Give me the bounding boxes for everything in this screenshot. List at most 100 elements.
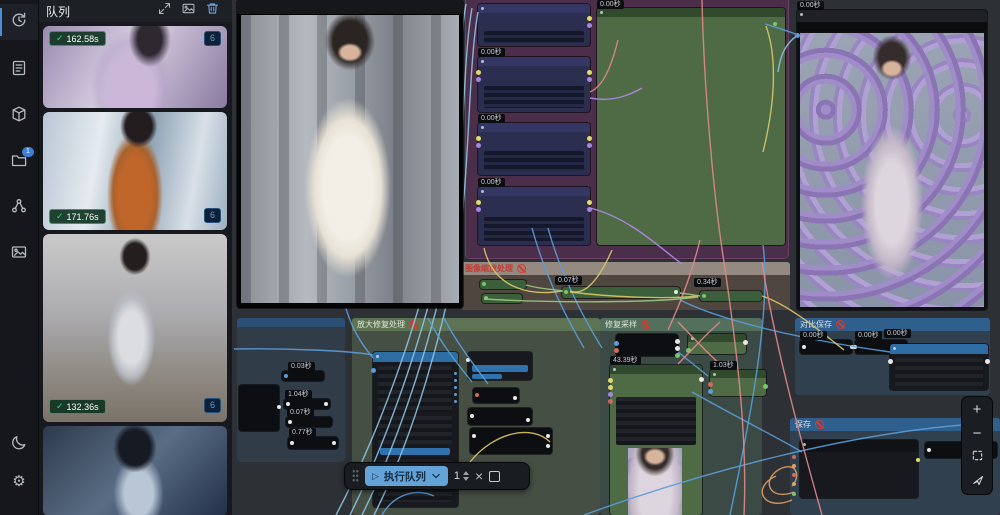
node-conditioning-2[interactable] [478,57,590,112]
duration-badge: ✓171.76s [49,209,106,224]
node-image-result[interactable] [797,10,987,310]
node-widget-small-4[interactable] [470,428,552,454]
node-compare-1[interactable] [800,340,852,354]
bypass-icon [641,320,650,329]
node-mini-black-large[interactable] [239,385,279,431]
play-icon: ▷ [372,471,379,482]
clear-queue-button[interactable] [200,2,224,20]
zoom-out-button[interactable]: − [962,422,992,444]
sidebar-item-workflows-folder[interactable]: 1 [0,144,38,180]
pan-mode-button[interactable] [962,471,992,493]
exec-time-badge: 0.00秒 [800,331,827,340]
exec-time-badge: 0.00秒 [478,178,505,187]
node-latent-black[interactable] [616,334,678,356]
moon-icon [10,434,28,457]
gear-icon: ⚙ [12,472,25,490]
gallery-view-button[interactable] [176,2,200,20]
sidebar-item-queue-history[interactable] [0,4,38,40]
run-queue-button[interactable]: ▷ 执行队列 [365,466,448,486]
group-green-b-header[interactable]: 修复采样 [600,318,762,331]
batch-count-stepper[interactable]: 1 [454,470,469,482]
node-note-green[interactable] [597,8,785,245]
node-compare-main[interactable] [890,344,988,390]
node-scale-mini-1[interactable] [480,280,526,289]
widget-bar[interactable] [380,448,450,455]
folder-badge: 1 [22,147,34,157]
node-scale-mini-2[interactable] [482,294,522,303]
sidebar-item-models[interactable] [0,98,38,134]
stepper-arrows[interactable] [463,471,469,481]
minus-icon: − [973,425,982,442]
image-icon [181,1,196,21]
group-green-a-header[interactable]: 放大修复处理 [352,318,600,331]
sidebar-item-node-library[interactable] [0,52,38,88]
node-scale-small[interactable] [700,291,762,301]
theme-toggle[interactable] [0,427,38,463]
widget-bar[interactable] [472,365,528,372]
node-mini-1[interactable] [282,371,324,381]
node-green-small-top[interactable] [688,334,746,354]
widget-bar[interactable] [472,374,502,379]
fit-view-button[interactable] [962,447,992,469]
preview-image [241,15,459,303]
duration-badge: ✓132.36s [49,399,106,414]
queue-panel: 队列 ✓162.58s 6 ✓171.76s 6 ✓132.36s 6 [38,0,232,515]
cancel-button[interactable]: × [475,469,483,483]
result-thumbnail [43,234,227,422]
sidebar-item-workflow-nodes[interactable] [0,190,38,226]
node-widget-small-1[interactable] [468,352,532,380]
document-icon [10,59,28,82]
node-widget-small-3[interactable] [468,408,532,425]
queue-item[interactable]: ✓171.76s 6 [43,112,227,230]
node-graph-canvas[interactable]: 图像缩放处理 放大修复处理 修复采样 对比保存 保存 0.00秒 0.00秒 [232,0,1000,515]
queue-item[interactable]: ✓162.58s 6 [43,26,227,108]
exec-time-badge: 0.00秒 [855,331,882,340]
exec-time-badge: 0.77秒 [289,428,316,437]
batch-count-badge: 6 [204,31,221,46]
group-blue-mini-header[interactable] [237,318,345,327]
exec-time-badge: 43.39秒 [610,356,641,365]
gallery-icon [10,243,28,266]
node-widget-small-2[interactable] [473,388,519,403]
expand-icon [157,1,172,21]
node-ksampler-preview[interactable] [610,365,702,515]
exec-time-badge: 0.00秒 [597,0,624,9]
batch-count-value: 1 [454,470,460,482]
node-conditioning-3[interactable] [478,123,590,175]
expand-panel-button[interactable] [152,2,176,20]
node-conditioning-4[interactable] [478,187,590,245]
node-scale-wide[interactable] [562,287,680,298]
queue-title: 队列 [46,3,70,20]
bypass-icon [517,264,526,273]
settings-button[interactable]: ⚙ [0,463,38,499]
exec-time-badge: 0.34秒 [694,278,721,287]
sampler-preview-image [628,448,682,515]
canvas-zoom-toolbar: + − [961,396,993,495]
app-window: 1 ⚙ 队列 ✓162.58s 6 ✓171.76 [0,0,1000,515]
node-save-main[interactable] [800,440,918,498]
node-green-small-right[interactable] [710,370,766,396]
stepper-down-icon[interactable] [463,477,469,481]
queue-panel-header: 队列 [38,0,232,22]
result-image [800,33,984,307]
node-preview-large[interactable] [237,0,463,308]
node-mini-4[interactable] [288,437,338,449]
box-icon [10,105,28,128]
stepper-up-icon[interactable] [463,471,469,475]
chevron-down-icon[interactable] [431,467,441,485]
zoom-in-button[interactable]: + [962,398,992,420]
exec-time-badge: 0.00秒 [478,114,505,123]
sidebar-item-gallery[interactable] [0,236,38,272]
history-icon [10,11,28,34]
queue-item[interactable]: ✓132.36s 6 [43,234,227,422]
check-icon: ✓ [56,211,64,222]
stop-icon[interactable] [489,471,500,482]
node-mini-3[interactable] [286,417,332,427]
sidebar: 1 ⚙ [0,0,39,515]
node-conditioning-1[interactable] [478,4,590,46]
drag-handle[interactable] [352,469,359,483]
bypass-icon [815,420,824,429]
group-tan-header[interactable]: 图像缩放处理 [460,262,790,275]
queue-item[interactable] [43,426,227,515]
workflow-icon [10,197,28,220]
